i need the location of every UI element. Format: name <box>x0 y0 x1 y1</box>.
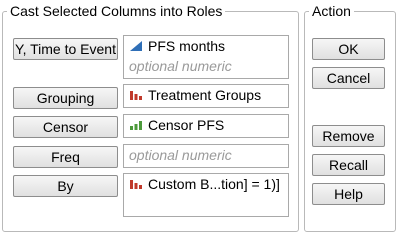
recall-button[interactable]: Recall <box>312 154 385 176</box>
freq-list[interactable]: optional numeric <box>123 144 289 168</box>
freq-button[interactable]: Freq <box>13 146 118 168</box>
cancel-button[interactable]: Cancel <box>312 67 385 89</box>
role-placeholder: optional numeric <box>129 147 232 163</box>
cast-roles-title: Cast Selected Columns into Roles <box>7 2 226 20</box>
list-item[interactable]: Censor PFS <box>124 115 288 135</box>
cast-columns-dialog: Cast Selected Columns into Roles Action … <box>0 0 399 244</box>
grouping-button[interactable]: Grouping <box>13 87 118 109</box>
y-time-to-event-list[interactable]: PFS months optional numeric <box>123 35 289 79</box>
list-item[interactable]: Treatment Groups <box>124 85 288 105</box>
list-item-label: Treatment Groups <box>148 87 262 103</box>
censor-list[interactable]: Censor PFS <box>123 114 289 138</box>
list-item[interactable]: Custom B...tion] = 1)] <box>124 174 288 194</box>
role-placeholder: optional numeric <box>129 58 232 74</box>
by-button[interactable]: By <box>13 175 118 197</box>
ordinal-column-icon <box>130 121 142 130</box>
nominal-column-icon <box>130 180 142 189</box>
y-time-to-event-button[interactable]: Y, Time to Event <box>13 38 118 60</box>
nominal-column-icon <box>130 91 142 100</box>
help-button[interactable]: Help <box>312 183 385 205</box>
continuous-column-icon <box>130 41 142 51</box>
action-title: Action <box>309 2 354 20</box>
list-item-label: Custom B...tion] = 1)] <box>148 176 280 192</box>
ok-button[interactable]: OK <box>312 38 385 60</box>
list-item-label: Censor PFS <box>148 117 225 133</box>
by-list[interactable]: Custom B...tion] = 1)] <box>123 173 289 217</box>
grouping-list[interactable]: Treatment Groups <box>123 84 289 108</box>
list-item-label: PFS months <box>148 38 226 54</box>
remove-button[interactable]: Remove <box>312 125 385 147</box>
censor-button[interactable]: Censor <box>13 116 118 138</box>
list-item[interactable]: PFS months <box>124 36 288 56</box>
